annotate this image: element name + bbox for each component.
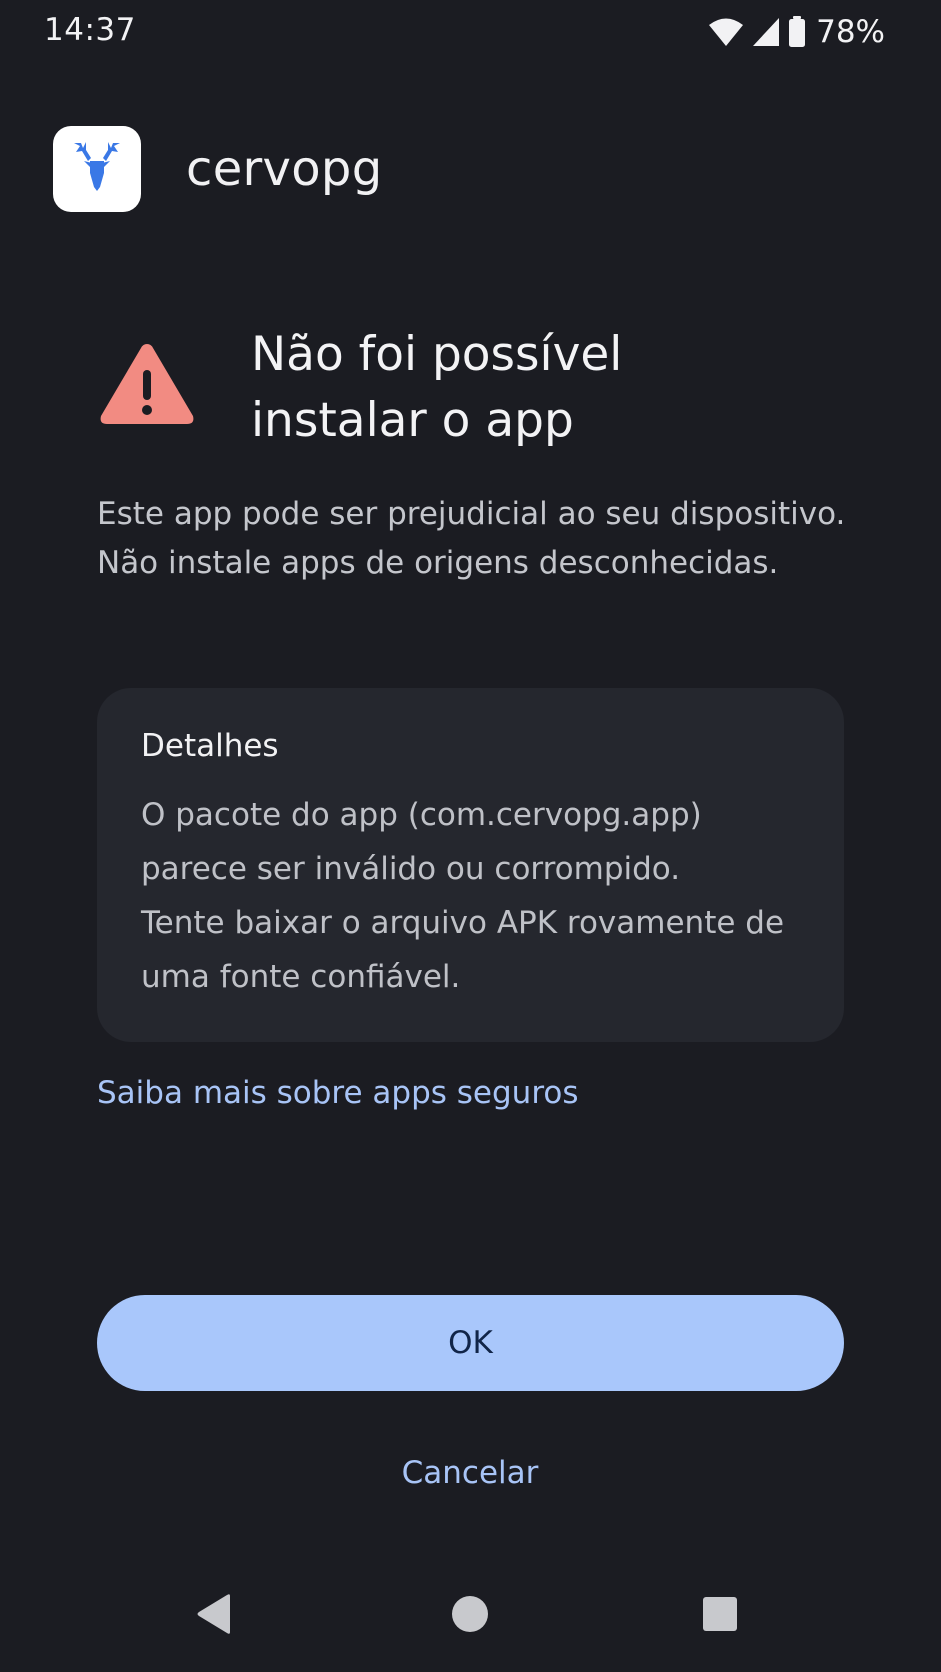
details-title: Detalhes: [141, 728, 279, 764]
dialog-description: Este app pode ser prejudicial ao seu dis…: [97, 496, 846, 581]
details-body: O pacote do app (com.cervopg.app) parece…: [141, 788, 800, 1004]
install-error-screen: 14:37 78% cervopg Não foi possível insta…: [0, 0, 941, 1672]
learn-more-link[interactable]: Saiba mais sobre apps seguros: [97, 1075, 579, 1111]
cancel-button[interactable]: Cancelar: [320, 1448, 620, 1498]
battery-icon: [788, 16, 806, 48]
recents-button[interactable]: [684, 1580, 756, 1652]
navigation-bar: [0, 1580, 941, 1652]
app-name: cervopg: [186, 141, 383, 197]
status-icons: 78%: [708, 12, 885, 52]
deer-head-icon: [68, 139, 126, 199]
status-bar: 14:37 78%: [0, 0, 941, 64]
app-icon: [53, 126, 141, 212]
app-header: cervopg: [53, 126, 382, 212]
ok-button[interactable]: OK: [97, 1295, 844, 1391]
signal-icon: [752, 17, 780, 47]
details-line-1: O pacote do app (com.cervopg.app) parece…: [141, 797, 702, 887]
battery-percentage: 78%: [816, 14, 885, 50]
back-icon: [194, 1593, 234, 1639]
back-button[interactable]: [178, 1580, 250, 1652]
warning-triangle-icon: [97, 340, 201, 432]
dialog-title: Não foi possível instalar o app: [251, 327, 623, 448]
recents-icon: [702, 1596, 738, 1636]
wifi-icon: [708, 17, 744, 47]
details-card: Detalhes O pacote do app (com.cervopg.ap…: [97, 688, 844, 1042]
status-time: 14:37: [44, 12, 136, 48]
dialog-title-row: Não foi possível instalar o app: [97, 322, 622, 448]
details-line-2: Tente baixar o arquivo APK rovamente de …: [141, 905, 785, 995]
home-button[interactable]: [434, 1580, 506, 1652]
home-icon: [451, 1595, 489, 1637]
